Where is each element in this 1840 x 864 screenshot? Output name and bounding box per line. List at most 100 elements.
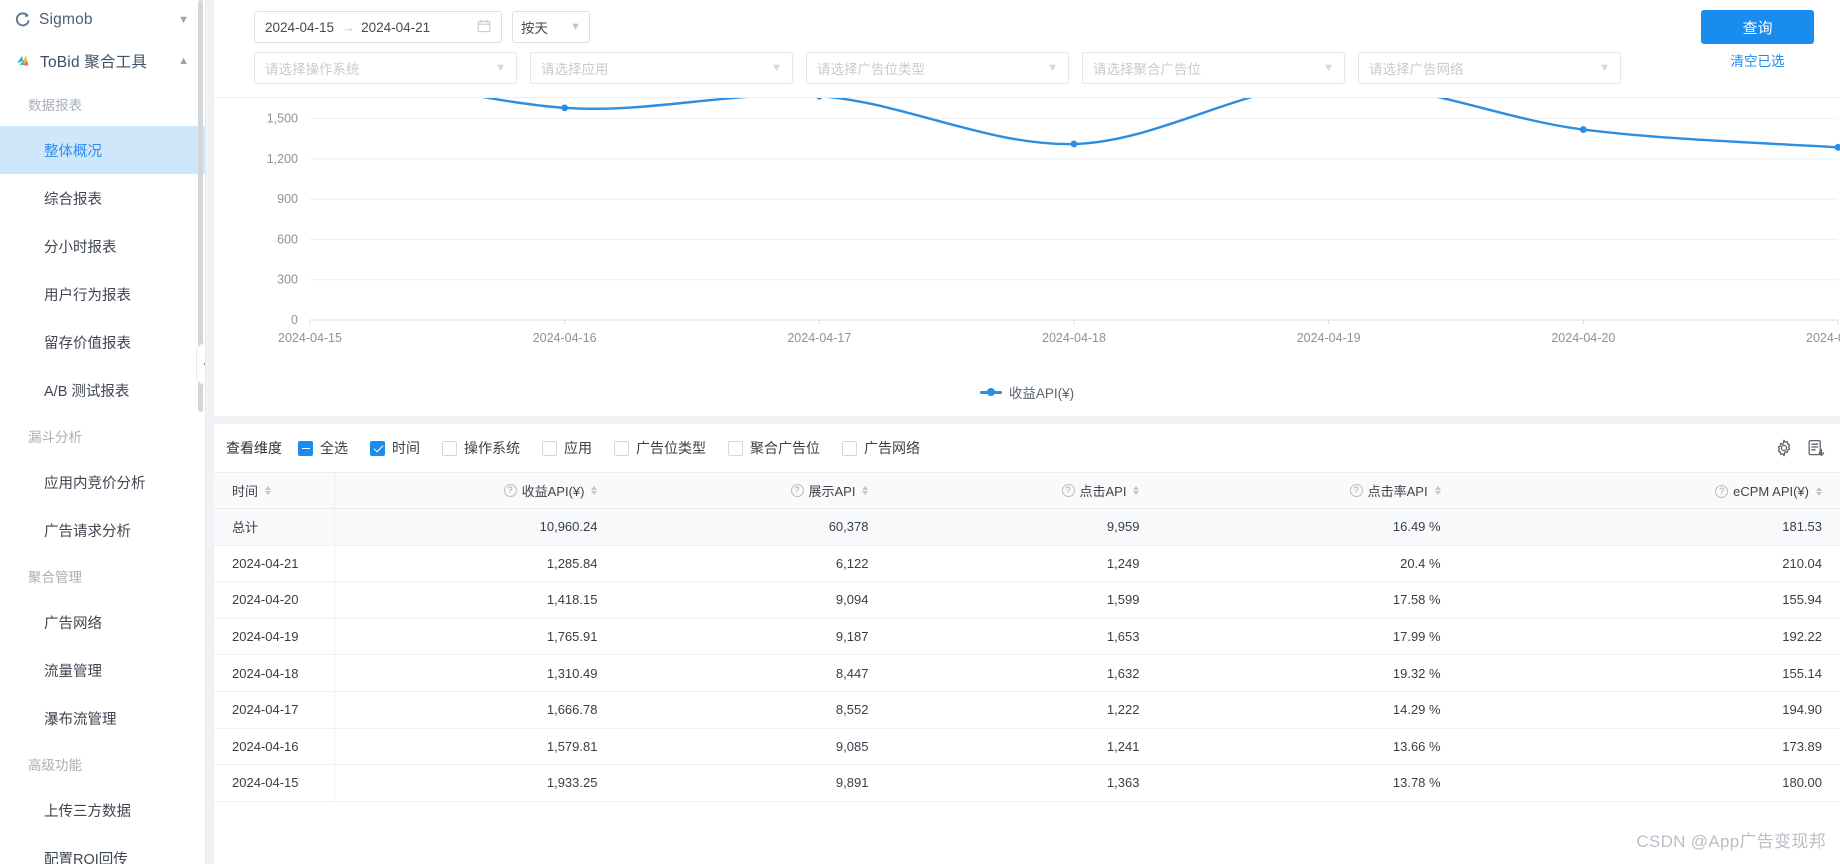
chevron-down-icon: ▼: [495, 62, 506, 74]
dimension-checkbox-os[interactable]: 操作系统: [442, 438, 520, 458]
report-table: 时间 ? 收益API(¥) ? 展示API ? 点击API ? 点击率API ?…: [214, 472, 1840, 802]
date-end-value[interactable]: 2024-04-21: [361, 20, 430, 35]
chevron-down-icon: ▼: [771, 62, 782, 74]
sidebar-item-traffic-management[interactable]: 流量管理: [0, 646, 205, 694]
cell-time: 2024-04-19: [214, 618, 335, 656]
sort-toggle-icon[interactable]: [1816, 487, 1822, 496]
cell-revenue: 1,666.78: [334, 691, 616, 729]
sidebar-item-label: 应用内竞价分析: [44, 475, 146, 492]
dimension-checkbox-ad-network[interactable]: 广告网络: [842, 438, 920, 458]
help-icon[interactable]: ?: [1349, 484, 1363, 497]
help-icon[interactable]: ?: [1715, 485, 1729, 498]
cell-clicks: 1,653: [886, 618, 1158, 656]
column-header-impressions[interactable]: ? 展示API: [615, 472, 887, 509]
filter-panel: 2024-04-15 → 2024-04-21 按天 ▼ 请选择操作系统 ▼ 请…: [214, 0, 1840, 98]
cell-time: 2024-04-20: [214, 581, 335, 619]
sidebar-app-tobid[interactable]: ToBid 聚合工具 ▲: [0, 40, 205, 82]
help-icon[interactable]: ?: [503, 484, 517, 497]
sort-toggle-icon[interactable]: [1434, 486, 1441, 495]
sidebar-item-overview[interactable]: 整体概况: [0, 126, 205, 174]
column-header-label: 时间: [232, 484, 259, 499]
sidebar-item-hourly-report[interactable]: 分小时报表: [0, 222, 205, 270]
dimension-checkbox-ad-slot-type[interactable]: 广告位类型: [614, 438, 706, 458]
sidebar-item-waterfall-management[interactable]: 瀑布流管理: [0, 694, 205, 742]
sidebar-item-retention-value-report[interactable]: 留存价值报表: [0, 318, 205, 366]
ad-slot-type-placeholder: 请选择广告位类型: [817, 62, 925, 77]
table-tools: [1774, 438, 1826, 458]
gear-icon[interactable]: [1774, 438, 1794, 458]
date-range-picker[interactable]: 2024-04-15 → 2024-04-21: [254, 11, 502, 43]
column-header-ctr[interactable]: ? 点击率API: [1157, 472, 1459, 509]
date-start-value[interactable]: 2024-04-15: [265, 20, 334, 35]
chart-legend[interactable]: 收益API(¥): [214, 382, 1840, 402]
ad-slot-type-select[interactable]: 请选择广告位类型 ▼: [806, 52, 1069, 84]
cell-ecpm: 155.14: [1458, 654, 1840, 692]
sidebar-app-label: Sigmob: [39, 11, 93, 28]
sidebar-group-title: 高级功能: [28, 758, 82, 773]
sort-toggle-icon[interactable]: [265, 486, 272, 495]
column-header-ecpm[interactable]: ? eCPM API(¥): [1458, 472, 1840, 509]
export-icon[interactable]: [1806, 438, 1826, 458]
cell-clicks: 9,959: [886, 508, 1158, 546]
aggregated-ad-slot-placeholder: 请选择聚合广告位: [1093, 62, 1201, 77]
sort-toggle-icon[interactable]: [591, 486, 598, 495]
sidebar-item-label: 流量管理: [44, 663, 102, 680]
help-icon[interactable]: ?: [1061, 484, 1075, 497]
checkbox-box: [842, 440, 857, 456]
revenue-line-chart[interactable]: 0 300 600 900 1,200 1,500 2024-04-15 2024-04-16…: [214, 98, 1840, 416]
dimension-checkbox-select-all[interactable]: 全选: [298, 438, 348, 458]
ad-network-select[interactable]: 请选择广告网络 ▼: [1358, 52, 1621, 84]
cell-impressions: 6,122: [615, 545, 887, 583]
cell-revenue: 1,765.91: [334, 618, 616, 656]
sidebar-item-ad-network[interactable]: 广告网络: [0, 598, 205, 646]
clear-selection-link[interactable]: 清空已选: [1731, 50, 1785, 70]
table-head: 时间 ? 收益API(¥) ? 展示API ? 点击API ? 点击率API ?…: [214, 472, 1840, 509]
chevron-down-icon[interactable]: ▼: [178, 14, 189, 26]
sidebar-item-label: 分小时报表: [44, 239, 117, 256]
query-actions: 查询 清空已选: [1701, 10, 1814, 70]
sidebar-item-upload-thirdparty-data[interactable]: 上传三方数据: [0, 786, 205, 834]
aggregated-ad-slot-select[interactable]: 请选择聚合广告位 ▼: [1082, 52, 1345, 84]
sidebar-collapse-button[interactable]: ‹: [196, 343, 205, 385]
svg-text:1,500: 1,500: [267, 112, 298, 126]
sidebar-item-configure-roi-callback[interactable]: 配置ROI回传: [0, 834, 205, 864]
sidebar-item-label: A/B 测试报表: [44, 383, 130, 400]
sidebar-item-ab-test-report[interactable]: A/B 测试报表: [0, 366, 205, 414]
dimension-checkbox-label: 操作系统: [464, 440, 520, 456]
dimension-checkbox-time[interactable]: 时间: [370, 438, 420, 458]
chevron-up-icon[interactable]: ▲: [178, 55, 189, 67]
cell-clicks: 1,599: [886, 581, 1158, 619]
checkbox-box: [614, 440, 629, 456]
sidebar-item-ad-request-analysis[interactable]: 广告请求分析: [0, 506, 205, 554]
sidebar-item-label: 瀑布流管理: [44, 711, 117, 728]
sort-toggle-icon[interactable]: [862, 486, 869, 495]
table-row: 2024-04-15 1,933.25 9,891 1,363 13.78 % 180.0…: [214, 764, 1840, 802]
sidebar-item-comprehensive-report[interactable]: 综合报表: [0, 174, 205, 222]
column-header-label: 点击率API: [1367, 484, 1428, 499]
sidebar-item-inapp-bidding-analysis[interactable]: 应用内竞价分析: [0, 458, 205, 506]
sidebar-item-user-behavior-report[interactable]: 用户行为报表: [0, 270, 205, 318]
checkbox-box: [298, 440, 313, 456]
calendar-icon[interactable]: [477, 19, 491, 36]
column-header-revenue[interactable]: ? 收益API(¥): [334, 472, 616, 509]
query-button[interactable]: 查询: [1701, 10, 1814, 44]
granularity-select[interactable]: 按天 ▼: [512, 11, 590, 43]
main-content: 2024-04-15 → 2024-04-21 按天 ▼ 请选择操作系统 ▼ 请…: [206, 0, 1840, 864]
dimension-checkbox-app[interactable]: 应用: [542, 438, 592, 458]
sidebar-item-label: 广告请求分析: [44, 523, 131, 540]
dimension-checkbox-aggregated-ad-slot[interactable]: 聚合广告位: [728, 438, 820, 458]
sidebar-app-sigmob[interactable]: Sigmob ▼: [0, 0, 205, 40]
sort-toggle-icon[interactable]: [1133, 486, 1140, 495]
table-row: 2024-04-16 1,579.81 9,085 1,241 13.66 % 173.8…: [214, 728, 1840, 766]
legend-marker-icon: [979, 387, 1002, 397]
app-select[interactable]: 请选择应用 ▼: [530, 52, 793, 84]
checkbox-box: [542, 440, 557, 456]
cell-ecpm: 192.22: [1458, 618, 1840, 656]
table-row: 2024-04-21 1,285.84 6,122 1,249 20.4 % 210.04: [214, 545, 1840, 583]
checkbox-box: [728, 440, 743, 456]
column-header-clicks[interactable]: ? 点击API: [886, 472, 1158, 509]
cell-ecpm: 210.04: [1458, 545, 1840, 583]
os-select[interactable]: 请选择操作系统 ▼: [254, 52, 517, 84]
help-icon[interactable]: ?: [790, 484, 804, 497]
column-header-time[interactable]: 时间: [214, 472, 335, 509]
